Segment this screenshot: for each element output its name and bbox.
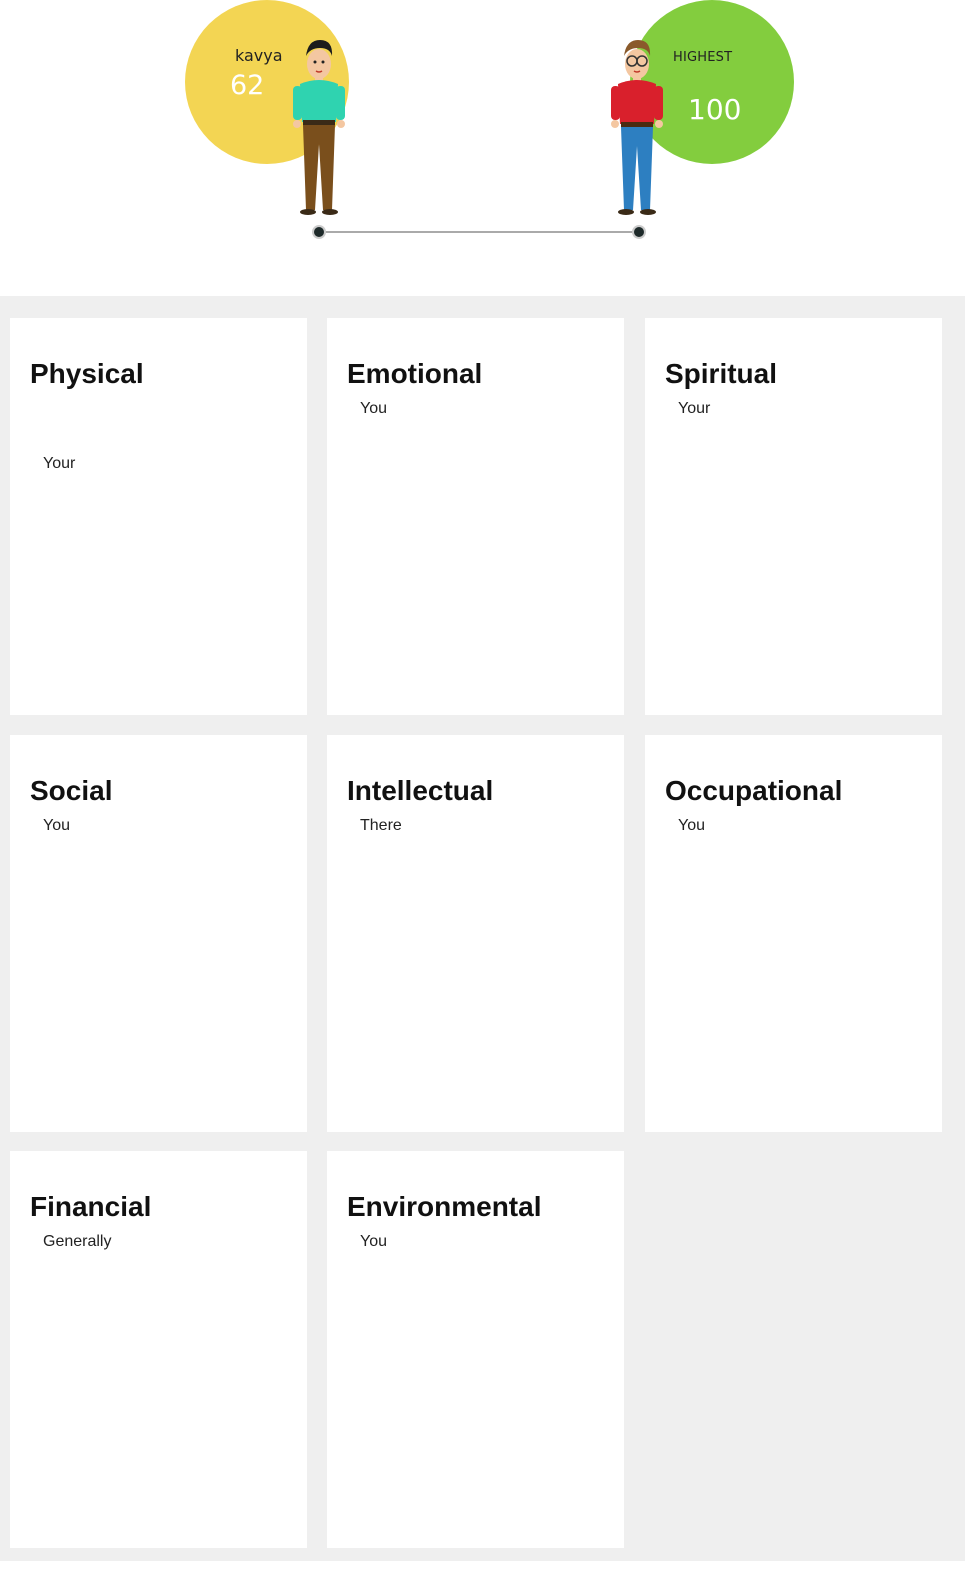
dimension-text: There — [360, 817, 402, 834]
dimension-title: Intellectual — [347, 775, 494, 806]
dimension-title: Spiritual — [665, 358, 778, 389]
dimension-text: Your — [678, 400, 711, 417]
dimension-text: You — [360, 1233, 387, 1250]
dimension-card-social: Social You — [10, 735, 307, 1132]
highest-avatar-figure — [611, 40, 663, 215]
score-comparison-header: kavya 62 HIGHEST 100 — [0, 0, 973, 298]
score-comparison-track — [312, 225, 646, 239]
highest-score: 100 — [688, 93, 742, 126]
dimension-title: Physical — [30, 358, 144, 389]
user-name: kavya — [235, 46, 283, 65]
user-score: 62 — [230, 70, 265, 101]
user-avatar-figure — [293, 40, 345, 215]
dimension-card-physical: Physical Your — [10, 318, 307, 715]
dimension-card-intellectual: Intellectual There — [327, 735, 624, 1132]
dimension-title: Environmental — [347, 1191, 542, 1222]
highest-label: HIGHEST — [673, 50, 733, 65]
wellness-dimensions-grid: Physical Your Emotional You Spiritual Yo… — [0, 296, 965, 1561]
dimension-text: Generally — [43, 1233, 112, 1250]
dimension-title: Financial — [30, 1191, 152, 1222]
dimension-title: Occupational — [665, 775, 843, 806]
dimension-card-environmental: Environmental You — [327, 1151, 624, 1548]
dimension-text: You — [678, 817, 705, 834]
dimension-text: Your — [43, 455, 76, 472]
dimension-card-spiritual: Spiritual Your — [645, 318, 942, 715]
dimension-card-occupational: Occupational You — [645, 735, 942, 1132]
dimension-text: You — [43, 817, 70, 834]
dimension-title: Emotional — [347, 358, 483, 389]
dimension-card-financial: Financial Generally — [10, 1151, 307, 1548]
dimension-text: You — [360, 400, 387, 417]
dimension-card-emotional: Emotional You — [327, 318, 624, 715]
dimension-title: Social — [30, 775, 113, 806]
